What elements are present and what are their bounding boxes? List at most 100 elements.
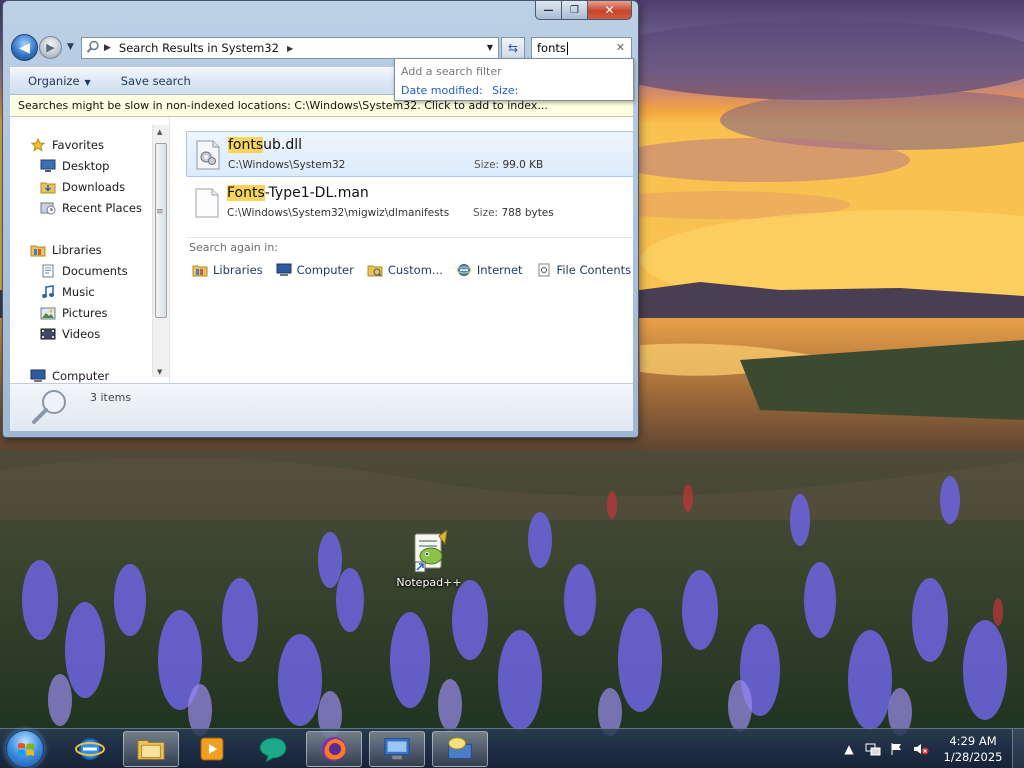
action-center-flag-icon[interactable] (888, 740, 906, 758)
search-again-internet[interactable]: Internet (456, 263, 523, 277)
nav-label: Recent Places (62, 201, 142, 215)
network-icon[interactable] (864, 740, 882, 758)
close-button[interactable]: ✕ (588, 1, 632, 20)
minimize-button[interactable]: — (535, 1, 562, 20)
item-count: 3 items (90, 391, 132, 404)
address-dropdown-icon[interactable]: ▼ (487, 43, 493, 52)
taskbar-windows-explorer[interactable] (123, 731, 179, 767)
result-file-name: fontsub.dll (228, 137, 302, 153)
nav-label: Music (62, 285, 95, 299)
search-again-libraries[interactable]: Libraries (192, 263, 263, 277)
organize-menu-button[interactable]: Organize ▼ (28, 74, 91, 88)
address-bar[interactable]: ▶ Search Results in System32 ▶ ▼ (81, 37, 499, 59)
breadcrumb-current[interactable]: Search Results in System32 (119, 41, 279, 55)
location-label: Custom... (387, 263, 443, 277)
documents-icon (40, 264, 56, 278)
show-hidden-icons-icon[interactable]: ▲ (840, 740, 858, 758)
windows-logo-icon (18, 743, 34, 756)
taskbar-firefox[interactable] (306, 731, 362, 767)
desktop-icon (40, 159, 56, 173)
nav-label: Videos (62, 327, 101, 341)
nav-item-recent-places[interactable]: Recent Places (40, 199, 142, 217)
taskbar-remote-desktop[interactable] (369, 731, 425, 767)
internet-explorer-icon (456, 263, 472, 277)
search-match-highlight: fonts (228, 137, 264, 153)
save-search-button[interactable]: Save search (121, 74, 191, 88)
search-filter-title: Add a search filter (401, 65, 502, 78)
desktop-icon-notepad-plus-plus[interactable]: Notepad++ (392, 528, 466, 589)
music-icon (40, 285, 56, 299)
firefox-icon (319, 735, 349, 763)
chevron-down-icon: ▼ (67, 42, 74, 52)
nav-item-documents[interactable]: Documents (40, 262, 128, 280)
maximize-button[interactable]: ❐ (562, 1, 588, 20)
libraries-icon (30, 243, 46, 257)
desktop-icon-label: Notepad++ (396, 576, 462, 589)
nav-item-downloads[interactable]: Downloads (40, 178, 125, 196)
search-results: fontsub.dll C:\Windows\System32 Size: 99… (172, 117, 634, 383)
back-arrow-icon: ◀ (19, 39, 30, 56)
explorer-window: — ❐ ✕ ◀ ▶ ▼ ▶ Search Results in System32… (2, 0, 639, 438)
show-desktop-button[interactable] (1012, 729, 1024, 768)
taskbar: ▲ 4:29 AM 1/28/2025 (0, 728, 1024, 768)
back-button[interactable]: ◀ (11, 34, 38, 61)
search-again-file-contents[interactable]: File Contents (536, 263, 632, 277)
result-file-name-rest: -Type1-DL.man (264, 185, 369, 201)
result-file-path: C:\Windows\System32\migwiz\dlmanifests (227, 207, 450, 219)
nav-item-desktop[interactable]: Desktop (40, 157, 109, 175)
result-item[interactable]: Fonts-Type1-DL.man C:\Windows\System32\m… (186, 180, 634, 226)
size-label: Size: (474, 159, 500, 171)
breadcrumb-separator-icon[interactable]: ▶ (104, 43, 111, 53)
search-again-computer[interactable]: Computer (276, 263, 354, 277)
filter-size[interactable]: Size: (492, 84, 518, 97)
nav-item-favorites[interactable]: Favorites (30, 136, 104, 154)
taskbar-media-player[interactable] (184, 731, 240, 767)
search-magnifier-icon (30, 388, 74, 429)
clear-search-icon[interactable]: ✕ (616, 41, 625, 54)
taskbar-internet-explorer[interactable] (62, 731, 118, 767)
generic-file-icon (194, 188, 220, 218)
taskbar-chat-app[interactable] (245, 731, 301, 767)
clock-time: 4:29 AM (949, 734, 997, 748)
location-label: Internet (476, 263, 523, 277)
forward-button[interactable]: ▶ (39, 36, 62, 59)
nav-item-pictures[interactable]: Pictures (40, 304, 108, 322)
location-label: Computer (296, 263, 354, 277)
result-file-size: Size: 788 bytes (473, 207, 554, 219)
forward-arrow-icon: ▶ (46, 41, 55, 54)
downloads-folder-icon (40, 180, 56, 194)
file-contents-icon (536, 263, 552, 277)
scroll-down-icon[interactable]: ▼ (157, 368, 162, 376)
volume-muted-icon[interactable] (912, 740, 930, 758)
computer-icon (30, 369, 46, 383)
breadcrumb-arrow-icon[interactable]: ▶ (287, 44, 293, 53)
refresh-icon: ⇆ (507, 41, 519, 55)
nav-label: Documents (62, 264, 128, 278)
clock[interactable]: 4:29 AM 1/28/2025 (940, 733, 1006, 765)
start-button[interactable] (6, 730, 44, 768)
nav-item-music[interactable]: Music (40, 283, 95, 301)
refresh-button[interactable]: ⇆ (501, 37, 525, 59)
result-file-size: Size: 99.0 KB (474, 159, 543, 171)
nav-item-libraries[interactable]: Libraries (30, 241, 102, 259)
dll-file-icon (195, 140, 221, 170)
search-again-custom[interactable]: Custom... (367, 263, 443, 277)
recent-places-icon (40, 201, 56, 215)
size-value: 788 bytes (501, 207, 554, 219)
nav-item-videos[interactable]: Videos (40, 325, 100, 343)
recent-pages-button[interactable]: ▼ (67, 42, 74, 52)
notepad-plus-plus-icon (409, 528, 449, 574)
size-value: 99.0 KB (502, 159, 544, 171)
filter-date-modified[interactable]: Date modified: (401, 84, 483, 97)
taskbar-network-chat[interactable] (432, 731, 488, 767)
search-results-icon (86, 40, 100, 57)
scrollbar-thumb[interactable] (155, 143, 167, 318)
result-item[interactable]: fontsub.dll C:\Windows\System32 Size: 99… (186, 131, 634, 177)
location-label: File Contents (556, 263, 632, 277)
search-input[interactable]: fonts ✕ (531, 37, 632, 59)
navigation-pane-scrollbar[interactable]: ▲ ≡ ▼ (152, 125, 169, 377)
text-caret (566, 41, 568, 55)
star-icon (30, 138, 46, 152)
nav-label: Computer (52, 369, 110, 383)
scroll-up-icon[interactable]: ▲ (157, 128, 162, 136)
